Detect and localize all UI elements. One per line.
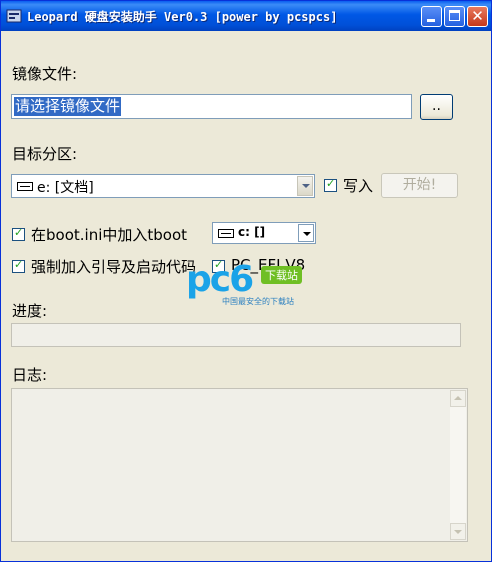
write-label: 写入 — [343, 177, 374, 195]
partition-select[interactable]: e: [文档] — [11, 174, 315, 198]
scroll-down-button[interactable] — [450, 523, 466, 540]
image-path-text: 请选择镜像文件 — [14, 97, 122, 116]
browse-button[interactable]: .. — [420, 94, 453, 120]
drive-icon — [17, 182, 33, 191]
watermark-logo-text: pc6 — [186, 259, 254, 300]
maximize-icon — [449, 10, 460, 21]
image-file-label: 镜像文件: — [12, 65, 78, 83]
target-partition-label: 目标分区: — [12, 145, 78, 163]
close-icon: ✕ — [471, 7, 484, 25]
title-bar[interactable]: Leopard 硬盘安装助手 Ver0.3 [power by pcspcs] … — [1, 1, 491, 31]
write-checkbox[interactable]: ✓ — [324, 177, 337, 192]
progress-label: 进度: — [12, 302, 48, 320]
window-title: Leopard 硬盘安装助手 Ver0.3 [power by pcspcs] — [27, 10, 338, 24]
boot-drive-select[interactable]: c: [] — [212, 222, 316, 244]
force-label: 强制加入引导及启动代码 — [31, 258, 197, 276]
minimize-button[interactable] — [421, 6, 442, 27]
start-button[interactable]: 开始! — [381, 173, 458, 198]
main-window: Leopard 硬盘安装助手 Ver0.3 [power by pcspcs] … — [0, 0, 492, 562]
close-button[interactable]: ✕ — [467, 6, 488, 27]
watermark-badge: 下载站 — [261, 266, 302, 284]
log-label: 日志: — [12, 366, 48, 384]
log-scrollbar[interactable] — [450, 390, 466, 540]
watermark-subtitle: 中国最安全的下载站 — [222, 297, 294, 306]
watermark-logo: pc6 下载站 中国最安全的下载站 — [186, 259, 311, 306]
force-checkbox[interactable]: ✓ — [12, 258, 25, 273]
app-icon — [6, 9, 22, 23]
partition-value: e: [文档] — [37, 180, 94, 196]
maximize-button[interactable] — [444, 6, 465, 27]
chevron-up-icon — [454, 396, 462, 400]
boot-drive-value: c: [] — [238, 225, 266, 239]
chevron-down-icon[interactable] — [298, 224, 314, 242]
drive-icon — [218, 229, 234, 238]
chevron-down-icon — [454, 530, 462, 534]
chevron-down-icon[interactable] — [297, 176, 313, 196]
bootini-label: 在boot.ini中加入tboot — [31, 226, 188, 244]
log-textarea[interactable] — [11, 388, 468, 542]
progress-bar — [11, 323, 461, 347]
image-path-input[interactable]: 请选择镜像文件 — [11, 94, 412, 119]
minimize-icon — [427, 19, 435, 22]
bootini-checkbox[interactable]: ✓ — [12, 226, 25, 241]
scroll-up-button[interactable] — [450, 390, 466, 407]
